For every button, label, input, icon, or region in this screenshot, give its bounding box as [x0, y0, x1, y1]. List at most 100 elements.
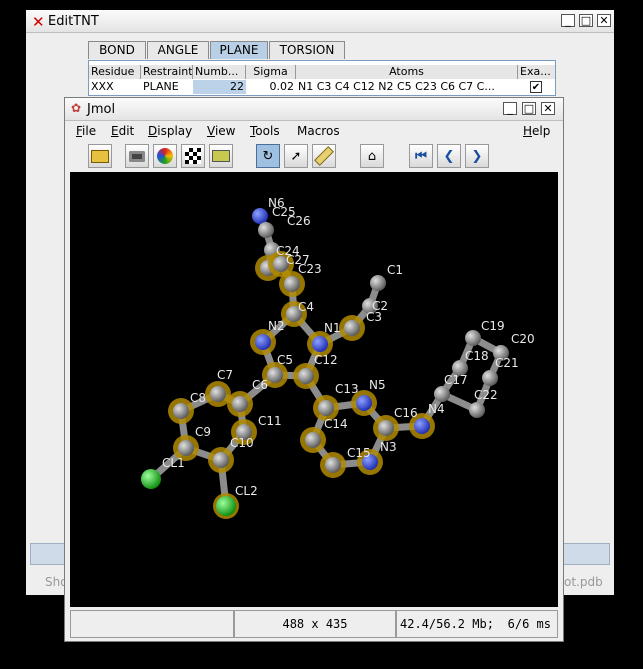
- checker-icon[interactable]: [181, 144, 205, 168]
- atom-label-c8: C8: [190, 391, 207, 405]
- table-row[interactable]: XXX PLANE 22 0.02 N1 C3 C4 C12 N2 C5 C23…: [89, 80, 555, 94]
- menu-edit[interactable]: Edit: [111, 124, 134, 138]
- cell-atoms[interactable]: N1 C3 C4 C12 N2 C5 C23 C6 C7 C...: [296, 80, 518, 94]
- header-restraint[interactable]: Restraint: [141, 65, 193, 79]
- atom-label-n4: N4: [428, 402, 445, 416]
- status-memory: 42.4/56.2 Mb; 6/6 ms: [396, 610, 558, 638]
- tab-bond[interactable]: BOND: [88, 41, 146, 59]
- atom-c9[interactable]: [178, 440, 194, 456]
- atom-label-c23: C23: [298, 262, 322, 276]
- menu-tools[interactable]: Tools: [250, 124, 280, 138]
- header-atoms[interactable]: Atoms: [296, 65, 518, 79]
- atom-c23[interactable]: [284, 276, 300, 292]
- atom-label-n1: N1: [324, 321, 341, 335]
- atom-c19[interactable]: [465, 330, 481, 346]
- cell-sigma[interactable]: 0.02: [246, 80, 296, 94]
- maximize-button[interactable]: □: [579, 14, 593, 27]
- atom-label-c4: C4: [298, 300, 315, 314]
- jmol-close-button[interactable]: ✕: [541, 102, 555, 115]
- atom-label-c22: C22: [474, 388, 498, 402]
- header-sigma[interactable]: Sigma: [246, 65, 296, 79]
- jmol-logo-icon: ✿: [71, 101, 82, 115]
- ruler-icon[interactable]: [312, 144, 336, 168]
- atom-c10[interactable]: [213, 452, 229, 468]
- atom-c17[interactable]: [434, 386, 450, 402]
- cell-number[interactable]: 22: [193, 80, 246, 94]
- edittnt-titlebar[interactable]: ✕ EditTNT _ □ ✕: [26, 10, 614, 33]
- atom-label-c12: C12: [314, 353, 338, 367]
- atom-c6[interactable]: [232, 396, 248, 412]
- atom-n1[interactable]: [312, 336, 328, 352]
- atom-label-c21: C21: [495, 356, 519, 370]
- atom-label-c20: C20: [511, 332, 535, 346]
- first-frame-icon[interactable]: ⏮: [409, 144, 433, 168]
- atom-c7[interactable]: [210, 386, 226, 402]
- tab-plane[interactable]: PLANE: [210, 41, 268, 59]
- minimize-button[interactable]: _: [561, 14, 575, 27]
- menu-view[interactable]: View: [207, 124, 235, 138]
- camera-icon[interactable]: [125, 144, 149, 168]
- table-header: Residue Restraint Numb... Sigma Atoms Ex…: [89, 65, 555, 79]
- open-icon[interactable]: [88, 144, 112, 168]
- close-x-icon[interactable]: ✕: [32, 13, 45, 31]
- atom-n6[interactable]: [252, 208, 268, 224]
- cell-residue[interactable]: XXX: [89, 80, 141, 94]
- atom-c25[interactable]: [258, 222, 274, 238]
- atom-n4[interactable]: [414, 418, 430, 434]
- atom-n2[interactable]: [255, 334, 271, 350]
- atom-c12[interactable]: [298, 368, 314, 384]
- atom-label-c19: C19: [481, 319, 505, 333]
- jmol-maximize-button[interactable]: □: [522, 102, 536, 115]
- atom-label-c13: C13: [335, 382, 359, 396]
- menu-macros[interactable]: Macros: [297, 124, 340, 138]
- atom-n5[interactable]: [356, 395, 372, 411]
- atom-label-c3: C3: [366, 310, 383, 324]
- atom-label-c9: C9: [195, 425, 212, 439]
- atom-c3[interactable]: [344, 320, 360, 336]
- status-timing: 6/6 ms: [507, 617, 551, 631]
- prev-frame-icon[interactable]: ❮: [437, 144, 461, 168]
- jmol-minimize-button[interactable]: _: [503, 102, 517, 115]
- status-size: 488 x 435: [234, 610, 396, 638]
- home-icon[interactable]: ⌂: [360, 144, 384, 168]
- tab-torsion[interactable]: TORSION: [269, 41, 345, 59]
- pointer-icon[interactable]: ➚: [284, 144, 308, 168]
- cell-restraint[interactable]: PLANE: [141, 80, 193, 94]
- atom-label-c11: C11: [258, 414, 282, 428]
- atom-label-c17: C17: [444, 373, 468, 387]
- atom-label-cl2: CL2: [235, 484, 258, 498]
- example-checkbox[interactable]: ✔: [530, 81, 542, 93]
- atom-cl1[interactable]: [141, 469, 161, 489]
- edittnt-title: EditTNT: [48, 14, 99, 29]
- next-frame-icon[interactable]: ❯: [465, 144, 489, 168]
- globe-icon[interactable]: [153, 144, 177, 168]
- menu-file[interactable]: File: [76, 124, 96, 138]
- atom-label-c14: C14: [324, 417, 348, 431]
- header-number[interactable]: Numb...: [193, 65, 246, 79]
- atom-c8[interactable]: [173, 403, 189, 419]
- atom-c13[interactable]: [318, 400, 334, 416]
- close-button[interactable]: ✕: [597, 14, 611, 27]
- atom-label-n5: N5: [369, 378, 386, 392]
- header-example[interactable]: Exa...: [518, 65, 555, 79]
- atom-c5[interactable]: [267, 367, 283, 383]
- atom-cl2[interactable]: [216, 496, 236, 516]
- atom-c21[interactable]: [482, 370, 498, 386]
- atom-label-n2: N2: [268, 319, 285, 333]
- atom-label-c1: C1: [387, 263, 404, 277]
- menu-help[interactable]: Help: [523, 124, 550, 138]
- atom-label-c6: C6: [252, 378, 269, 392]
- tab-angle[interactable]: ANGLE: [147, 41, 209, 59]
- rotate-icon[interactable]: ↻: [256, 144, 280, 168]
- atom-c14[interactable]: [305, 432, 321, 448]
- atom-label-c18: C18: [465, 349, 489, 363]
- jmol-titlebar[interactable]: ✿ Jmol _ □ ✕: [65, 98, 563, 121]
- atom-c15[interactable]: [325, 457, 341, 473]
- atom-c22[interactable]: [469, 402, 485, 418]
- atom-c16[interactable]: [378, 420, 394, 436]
- atom-c1[interactable]: [370, 275, 386, 291]
- print-icon[interactable]: [209, 144, 233, 168]
- menu-display[interactable]: Display: [148, 124, 192, 138]
- atom-label-c7: C7: [217, 368, 234, 382]
- header-residue[interactable]: Residue: [89, 65, 141, 79]
